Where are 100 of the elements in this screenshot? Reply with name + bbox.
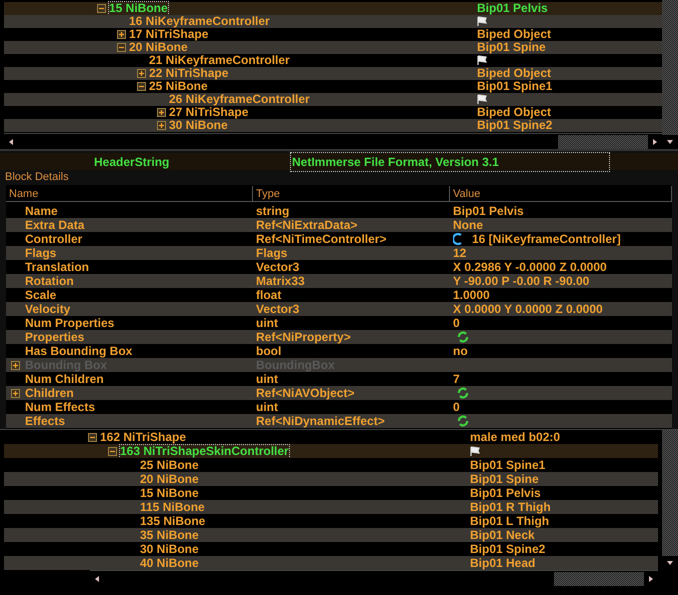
node-label: 26 NiKeyframeController (169, 93, 310, 106)
property-row[interactable]: Velocity Vector3 X 0.0000 Y 0.0000 Z 0.0000 (6, 302, 672, 316)
property-row[interactable]: Rotation Matrix33 Y -90.00 P -0.00 R -90.00 (6, 274, 672, 288)
node-label: 27 NiTriShape (169, 106, 248, 119)
expand-icon[interactable] (11, 388, 20, 398)
collapse-icon[interactable] (88, 432, 97, 442)
tree-row[interactable]: 30 NiBone Bip01 Spine2 (4, 119, 662, 132)
property-row[interactable]: Extra Data Ref<NiExtraData> None (6, 218, 672, 232)
cycle-icon (457, 331, 469, 343)
property-name: Has Bounding Box (25, 344, 132, 358)
node-label: 115 NiBone (140, 500, 205, 514)
node-label: 40 NiBone (140, 556, 199, 570)
panel-title: Block Details (4, 170, 70, 185)
collapse-icon[interactable] (108, 446, 117, 456)
node-label: 135 NiBone (140, 514, 206, 528)
node-label: 30 NiBone (169, 119, 228, 132)
node-label: 25 NiBone (149, 80, 208, 93)
property-name: Extra Data (25, 218, 84, 232)
property-value: Bip01 Pelvis (453, 204, 524, 218)
property-value: 1.0000 (453, 288, 490, 302)
node-label: 20 NiBone (129, 41, 188, 54)
flag-icon (477, 94, 488, 105)
expand-icon[interactable] (137, 69, 146, 78)
property-value: 0 (453, 316, 460, 330)
flag-icon (477, 55, 488, 66)
tree-row[interactable]: 115 NiBone Bip01 R Thigh (4, 500, 658, 514)
node-label: 15 NiBone (109, 2, 168, 15)
vertical-scrollbar[interactable] (662, 0, 678, 149)
node-value: Bip01 Spine2 (470, 542, 546, 556)
node-value: Bip01 Head (470, 556, 536, 570)
property-type: Vector3 (255, 302, 300, 316)
property-value: X 0.2986 Y -0.0000 Z 0.0000 (453, 260, 607, 274)
collapse-icon[interactable] (97, 4, 106, 13)
tree-row[interactable]: 15 NiBone Bip01 Pelvis (4, 2, 662, 15)
node-label: 25 NiBone (140, 458, 199, 472)
node-label: 35 NiBone (140, 528, 199, 542)
property-name: Children (25, 386, 74, 400)
tree-row[interactable]: 35 NiBone Bip01 Neck (4, 528, 658, 542)
scroll-down-icon[interactable] (662, 135, 678, 149)
property-row[interactable]: Effects Ref<NiDynamicEffect> (6, 414, 672, 428)
property-type: uint (255, 400, 279, 414)
tree-row[interactable]: 26 NiKeyframeController (4, 93, 662, 106)
node-label: 163 NiTriShapeSkinController (120, 444, 289, 458)
property-value: 7 (453, 372, 460, 386)
property-name: Num Properties (25, 316, 114, 330)
property-type: Ref<NiExtraData> (255, 218, 358, 232)
node-label: 17 NiTriShape (129, 28, 208, 41)
property-name: Flags (25, 246, 56, 260)
vertical-scrollbar[interactable] (662, 430, 678, 570)
tree-row[interactable]: 40 NiBone Bip01 Head (4, 556, 658, 570)
property-name: Effects (25, 414, 66, 428)
node-value: Bip01 Neck (470, 528, 535, 542)
property-name: Num Children (25, 372, 104, 386)
flag-icon (470, 446, 481, 456)
property-name: Controller (25, 232, 82, 246)
node-value: Bip01 R Thigh (470, 500, 551, 514)
node-value: Biped Object (477, 106, 552, 119)
node-value: Bip01 Spine (477, 41, 546, 54)
refresh-icon (453, 233, 464, 245)
property-value: Y -90.00 P -0.00 R -90.00 (453, 274, 590, 288)
property-value: 12 (453, 246, 466, 260)
collapse-icon[interactable] (137, 82, 146, 91)
column-header[interactable]: Type (253, 186, 450, 201)
node-label: 16 NiKeyframeController (129, 15, 270, 28)
header-value: NetImmerse File Format, Version 3.1 (290, 152, 610, 172)
node-label: 22 NiTriShape (149, 67, 228, 80)
node-value: Bip01 Spine2 (477, 119, 552, 132)
node-label: 21 NiKeyframeController (149, 54, 290, 67)
tree-row[interactable]: 163 NiTriShapeSkinController (4, 444, 658, 458)
column-header[interactable]: Value (450, 186, 672, 201)
property-type: string (255, 204, 290, 218)
tree-row[interactable]: 20 NiBone Bip01 Spine (4, 472, 658, 486)
expand-icon[interactable] (157, 121, 166, 130)
property-type: Ref<NiAVObject> (255, 386, 356, 400)
property-row[interactable]: Children Ref<NiAVObject> (6, 386, 672, 400)
property-type: float (255, 288, 282, 302)
property-name: Velocity (25, 302, 70, 316)
node-value: male med b02:0 (470, 430, 560, 444)
column-header[interactable]: Name (6, 186, 253, 201)
property-row[interactable]: Properties Ref<NiProperty> (6, 330, 672, 344)
tree-row[interactable]: 22 NiTriShape Biped Object (4, 67, 662, 80)
property-name: Properties (25, 330, 84, 344)
property-type: Flags (255, 246, 288, 260)
property-name: Num Effects (25, 400, 96, 414)
collapse-icon[interactable] (117, 43, 126, 52)
property-row[interactable]: Flags Flags 12 (6, 246, 672, 260)
node-label: 20 NiBone (140, 472, 199, 486)
property-value: 16 [NiKeyframeController] (472, 232, 621, 246)
cycle-icon (457, 387, 469, 399)
tree-row[interactable]: 16 NiKeyframeController (4, 15, 662, 28)
expand-icon[interactable] (117, 30, 126, 39)
tree-row[interactable]: 20 NiBone Bip01 Spine (4, 41, 662, 54)
expand-icon[interactable] (157, 108, 166, 117)
node-value: Bip01 Spine1 (470, 458, 546, 472)
property-type: Matrix33 (255, 274, 306, 288)
node-value: Biped Object (477, 67, 552, 80)
property-value: 0 (453, 400, 460, 414)
node-value: Bip01 Spine1 (477, 80, 552, 93)
property-name: Scale (25, 288, 56, 302)
node-value: Bip01 L Thigh (470, 514, 550, 528)
